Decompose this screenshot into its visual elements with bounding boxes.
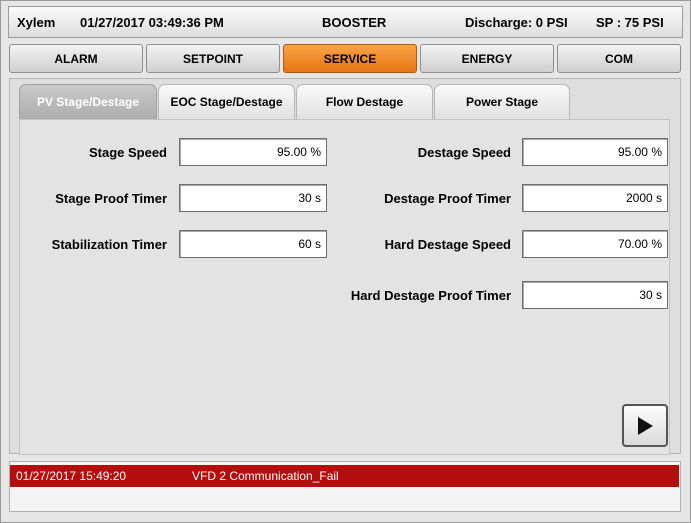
destage-proof-timer-field[interactable]: 2000 s	[522, 184, 668, 212]
nav-setpoint-button[interactable]: SETPOINT	[146, 44, 280, 73]
status-bar: Xylem 01/27/2017 03:49:36 PM BOOSTER Dis…	[8, 6, 683, 38]
next-page-button[interactable]	[622, 404, 668, 447]
nav-com-button[interactable]: COM	[557, 44, 681, 73]
hard-destage-speed-field[interactable]: 70.00 %	[522, 230, 668, 258]
destage-speed-label: Destage Speed	[417, 145, 511, 160]
nav-energy-button[interactable]: ENERGY	[420, 44, 554, 73]
nav-alarm-button[interactable]: ALARM	[9, 44, 143, 73]
tab-pv-stage-destage[interactable]: PV Stage/Destage	[19, 84, 157, 119]
hard-destage-proof-timer-label: Hard Destage Proof Timer	[350, 288, 511, 303]
stage-speed-label: Stage Speed	[88, 145, 167, 160]
destage-speed-field[interactable]: 95.00 %	[522, 138, 668, 166]
stage-proof-timer-field[interactable]: 30 s	[179, 184, 327, 212]
stage-speed-field[interactable]: 95.00 %	[179, 138, 327, 166]
tab-power-stage[interactable]: Power Stage	[434, 84, 570, 119]
alarm-message: VFD 2 Communication_Fail	[192, 469, 339, 483]
active-alarm-row[interactable]: 01/27/2017 15:49:20 VFD 2 Communication_…	[10, 465, 679, 487]
nav-service-button[interactable]: SERVICE	[283, 44, 417, 73]
play-arrow-icon	[638, 416, 653, 435]
datetime-label: 01/27/2017 03:49:36 PM	[80, 15, 224, 30]
tab-eoc-stage-destage[interactable]: EOC Stage/Destage	[158, 84, 295, 119]
destage-proof-timer-label: Destage Proof Timer	[384, 191, 511, 206]
stabilization-timer-field[interactable]: 60 s	[179, 230, 327, 258]
mode-label: BOOSTER	[322, 15, 387, 30]
stabilization-timer-label: Stabilization Timer	[51, 237, 167, 252]
brand-label: Xylem	[17, 15, 56, 30]
tab-flow-destage[interactable]: Flow Destage	[296, 84, 433, 119]
hard-destage-speed-label: Hard Destage Speed	[384, 237, 511, 252]
hard-destage-proof-timer-field[interactable]: 30 s	[522, 281, 668, 309]
setpoint-label: SP : 75 PSI	[596, 15, 664, 30]
discharge-label: Discharge: 0 PSI	[465, 15, 568, 30]
stage-proof-timer-label: Stage Proof Timer	[55, 191, 167, 206]
alarm-timestamp: 01/27/2017 15:49:20	[16, 469, 127, 483]
